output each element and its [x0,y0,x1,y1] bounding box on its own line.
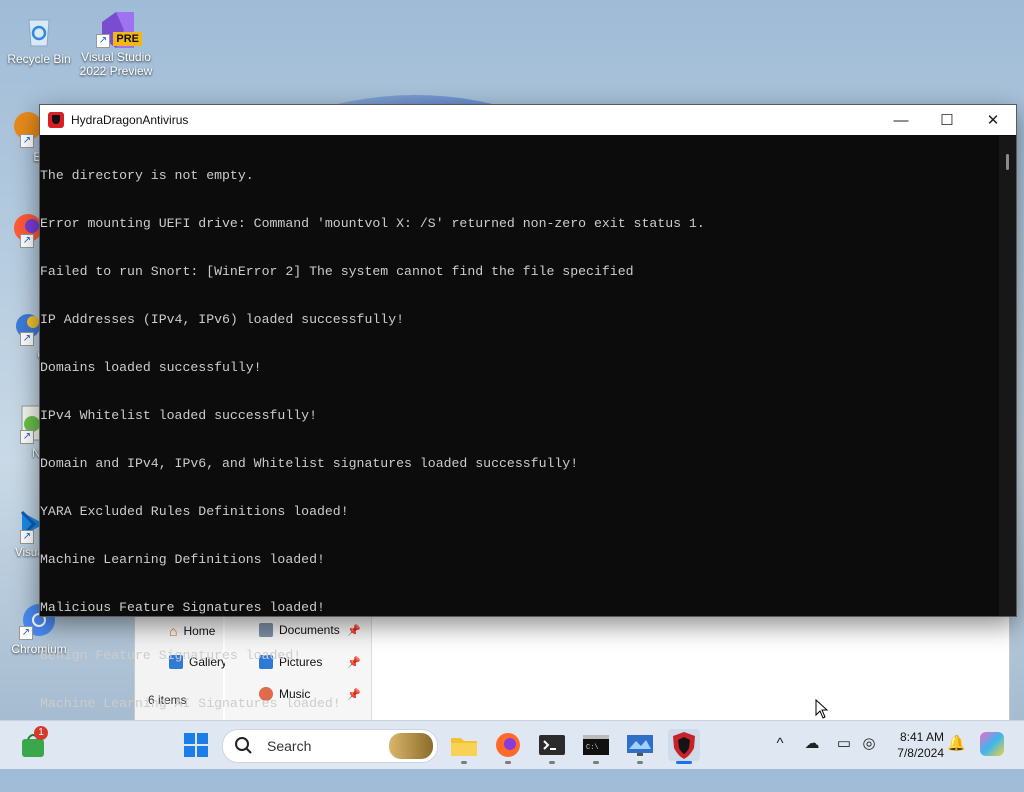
running-indicator [461,761,467,764]
running-indicator [593,761,599,764]
start-button[interactable] [180,729,212,761]
running-indicator [549,761,555,764]
shortcut-arrow-icon: ↗ [19,626,33,640]
desktop-icon-label: Recycle Bin [7,52,71,66]
shortcut-arrow-icon: ↗ [20,530,34,544]
maximize-button[interactable]: ☐ [924,105,970,135]
console-line: Machine Learning Definitions loaded! [40,552,325,567]
clock-time: 8:41 AM [899,730,944,744]
shortcut-arrow-icon: ↗ [20,332,34,346]
taskbar-cmd[interactable]: C:\ [580,729,612,764]
notification-bell-icon[interactable]: 🔔 [947,735,966,753]
taskbar-store-button[interactable]: 1 [18,726,50,761]
svg-text:C:\: C:\ [586,744,599,752]
system-clock[interactable]: 8:41 AM 7/8/2024 [897,729,944,761]
taskbar-monitor-app[interactable] [624,729,656,764]
monitor-icon [627,735,653,756]
shortcut-arrow-icon: ↗ [96,34,110,48]
desktop-icon-recycle-bin[interactable]: Recycle Bin [1,10,77,66]
windows-logo-icon [184,733,208,757]
console-line: Benign Feature Signatures loaded! [40,648,302,663]
terminal-icon [539,735,565,755]
clock-date: 7/8/2024 [897,746,944,760]
desktop-icon-visual-studio-preview[interactable]: PRE ↗ Visual Studio 2022 Preview [78,8,154,78]
taskbar-terminal[interactable] [536,729,568,764]
taskbar-file-explorer[interactable] [448,729,480,764]
console-line: Domain and IPv4, IPv6, and Whitelist sig… [40,456,579,471]
pre-badge: PRE [113,32,142,46]
onedrive-off-icon[interactable]: ☁ [803,735,821,753]
minimize-button[interactable]: — [878,105,924,135]
console-line: YARA Excluded Rules Definitions loaded! [40,504,349,519]
visual-studio-icon: PRE ↗ [96,8,142,48]
desktop-icon-label: Visual Studio 2022 Preview [79,50,153,78]
console-line: IP Addresses (IPv4, IPv6) loaded success… [40,312,405,327]
console-line: Malicious Feature Signatures loaded! [40,600,325,615]
console-output[interactable]: The directory is not empty. Error mounti… [40,136,999,753]
shortcut-arrow-icon: ↗ [20,134,34,148]
search-icon [235,737,252,754]
taskbar: 1 Search C:\ ^ ☁ ▭ ◎ 8:41 AM 7/8/2024 🔔 [0,720,1024,769]
taskbar-search-box[interactable]: Search [222,729,438,763]
show-hidden-icons-chevron-icon[interactable]: ^ [771,735,789,753]
console-line: IPv4 Whitelist loaded successfully! [40,408,317,423]
hydra-dragon-app-icon [48,112,64,128]
console-line: Machine Learning AI Signatures loaded! [40,696,341,711]
console-line: The directory is not empty. [40,168,254,183]
display-icon[interactable]: ▭ [835,735,853,753]
shortcut-arrow-icon: ↗ [20,234,34,248]
window-title: HydraDragonAntivirus [71,113,189,127]
search-highlight-icon [389,733,433,759]
taskbar-hydra-dragon[interactable] [668,729,700,764]
notification-badge: 1 [34,726,48,740]
window-titlebar[interactable]: HydraDragonAntivirus — ☐ ✕ [40,105,1016,135]
window-controls: — ☐ ✕ [878,105,1016,135]
vertical-scrollbar[interactable] [999,136,1016,616]
copilot-icon[interactable] [980,732,1004,756]
console-line: Failed to run Snort: [WinError 2] The sy… [40,264,634,279]
shortcut-arrow-icon: ↗ [20,430,34,444]
running-indicator [505,761,511,764]
recycle-bin-icon [19,10,59,50]
active-indicator [676,761,692,764]
console-line: Domains loaded successfully! [40,360,262,375]
console-window[interactable]: HydraDragonAntivirus — ☐ ✕ The directory… [39,104,1017,753]
folder-icon [451,738,477,756]
hydra-dragon-shield-icon [673,732,695,759]
search-placeholder: Search [267,738,312,754]
command-prompt-icon: C:\ [583,735,609,755]
firefox-icon [496,733,520,757]
mouse-pointer-icon [815,699,829,719]
network-icon[interactable]: ◎ [860,735,878,753]
scrollbar-thumb[interactable] [1006,154,1009,170]
taskbar-firefox[interactable] [492,729,524,764]
close-button[interactable]: ✕ [970,105,1016,135]
console-line: Error mounting UEFI drive: Command 'moun… [40,216,705,231]
running-indicator [637,761,643,764]
